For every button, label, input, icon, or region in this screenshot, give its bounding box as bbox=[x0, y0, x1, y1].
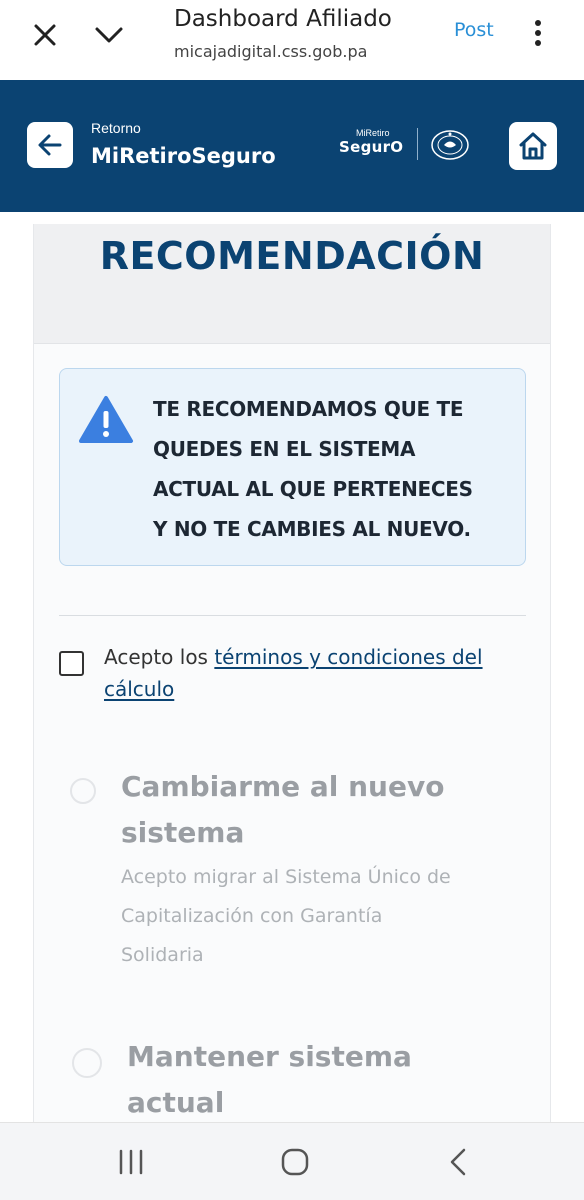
terms-checkbox[interactable] bbox=[59, 651, 84, 676]
post-button[interactable]: Post bbox=[454, 19, 494, 41]
miretiroseguro-logo: MiRetiro SegurO bbox=[339, 128, 404, 156]
recommendation-card: RECOMENDACIÓN TE RECOMENDAMOS QUE TE QUE… bbox=[33, 224, 551, 1122]
radio-change-system[interactable] bbox=[70, 778, 96, 804]
option-keep-system-title[interactable]: Mantener sistema actual bbox=[127, 1034, 527, 1122]
more-options-icon[interactable] bbox=[526, 16, 550, 52]
system-navigation-bar bbox=[0, 1122, 584, 1200]
page-content: RECOMENDACIÓN TE RECOMENDAMOS QUE TE QUE… bbox=[0, 212, 584, 1122]
app-header: Retorno MiRetiroSeguro MiRetiro SegurO bbox=[0, 80, 584, 212]
alert-text: TE RECOMENDAMOS QUE TE QUEDES EN EL SIST… bbox=[153, 389, 513, 549]
option-change-system-title[interactable]: Cambiarme al nuevo sistema bbox=[121, 764, 531, 856]
header-title: MiRetiroSeguro bbox=[91, 144, 276, 168]
recent-apps-icon[interactable] bbox=[116, 1149, 146, 1175]
back-button[interactable] bbox=[27, 122, 73, 168]
terms-label: Acepto los términos y condiciones del cá… bbox=[104, 645, 483, 701]
arrow-left-icon bbox=[38, 134, 62, 156]
card-header: RECOMENDACIÓN bbox=[34, 224, 550, 344]
alert-line: TE RECOMENDAMOS QUE TE bbox=[153, 397, 464, 421]
chevron-down-icon[interactable] bbox=[92, 18, 126, 52]
back-nav-icon[interactable] bbox=[446, 1147, 470, 1177]
home-nav-icon[interactable] bbox=[280, 1147, 310, 1177]
close-icon[interactable] bbox=[28, 18, 62, 52]
warning-triangle-icon bbox=[78, 395, 134, 445]
browser-page-title: Dashboard Afiliado bbox=[174, 6, 392, 32]
browser-url[interactable]: micajadigital.css.gob.pa bbox=[174, 42, 367, 61]
home-button[interactable] bbox=[509, 122, 557, 170]
alert-line: ACTUAL AL QUE PERTENECES bbox=[153, 477, 473, 501]
recommendation-alert: TE RECOMENDAMOS QUE TE QUEDES EN EL SIST… bbox=[59, 368, 526, 566]
alert-line: Y NO TE CAMBIES AL NUEVO. bbox=[153, 517, 471, 541]
radio-keep-system[interactable] bbox=[72, 1048, 102, 1078]
panama-seal-icon bbox=[430, 128, 470, 162]
alert-line: QUEDES EN EL SISTEMA bbox=[153, 437, 416, 461]
option-change-system-description: Acepto migrar al Sistema Único de Capita… bbox=[121, 866, 451, 966]
section-title: RECOMENDACIÓN bbox=[99, 234, 485, 278]
logo-divider bbox=[417, 128, 418, 160]
header-subtitle: Retorno bbox=[91, 120, 141, 136]
home-icon bbox=[519, 132, 547, 160]
divider bbox=[59, 615, 526, 616]
browser-toolbar: Dashboard Afiliado micajadigital.css.gob… bbox=[0, 0, 584, 80]
